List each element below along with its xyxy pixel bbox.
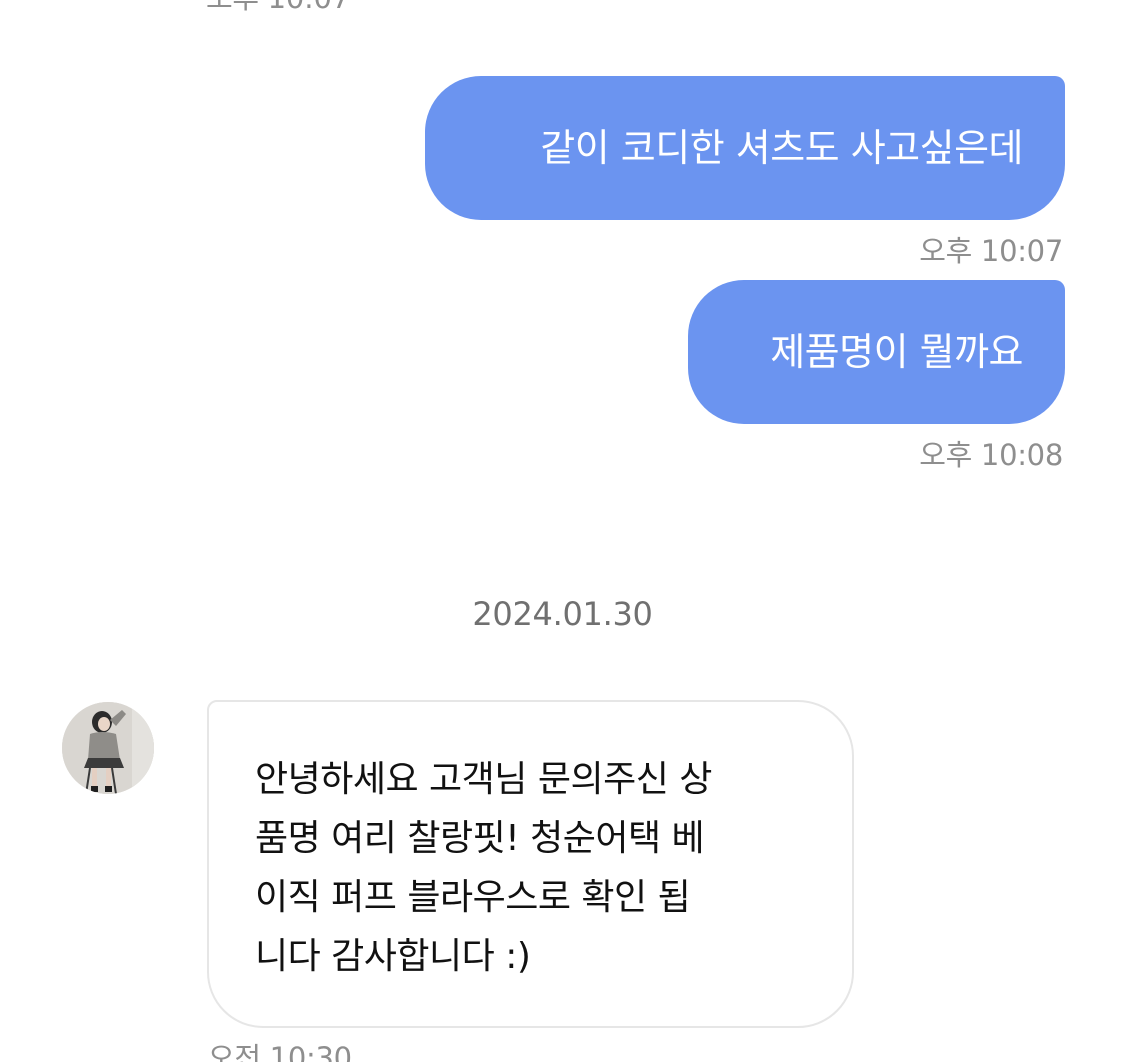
message-text-line: 니다 감사합니다 :) [255,936,531,977]
message-text: 같이 코디한 셔츠도 사고싶은데 [540,126,1023,170]
incoming-message-bubble[interactable]: 안녕하세요 고객님 문의주신 상 품명 여리 찰랑핏! 청순어택 베 이직 퍼프… [207,700,854,1028]
message-timestamp: 오후 10:08 [919,438,1063,472]
chat-screen: 오후 10:07 같이 코디한 셔츠도 사고싶은데 오후 10:07 제품명이 … [0,0,1125,1062]
profile-photo-icon [62,702,154,794]
outgoing-message-bubble[interactable]: 제품명이 뭘까요 [688,280,1065,424]
message-text-line: 안녕하세요 고객님 문의주신 상 [255,759,712,800]
date-separator: 2024.01.30 [472,595,653,633]
message-timestamp: 오후 10:07 [206,0,350,16]
message-text-line: 이직 퍼프 블라우스로 확인 됩 [255,877,691,918]
seller-avatar[interactable] [62,702,154,794]
message-text-line: 품명 여리 찰랑핏! 청순어택 베 [255,818,705,859]
message-text: 제품명이 뭘까요 [770,330,1023,374]
outgoing-message-bubble[interactable]: 같이 코디한 셔츠도 사고싶은데 [425,76,1065,220]
message-timestamp: 오후 10:07 [919,234,1063,268]
message-timestamp: 오전 10:30 [208,1041,352,1062]
